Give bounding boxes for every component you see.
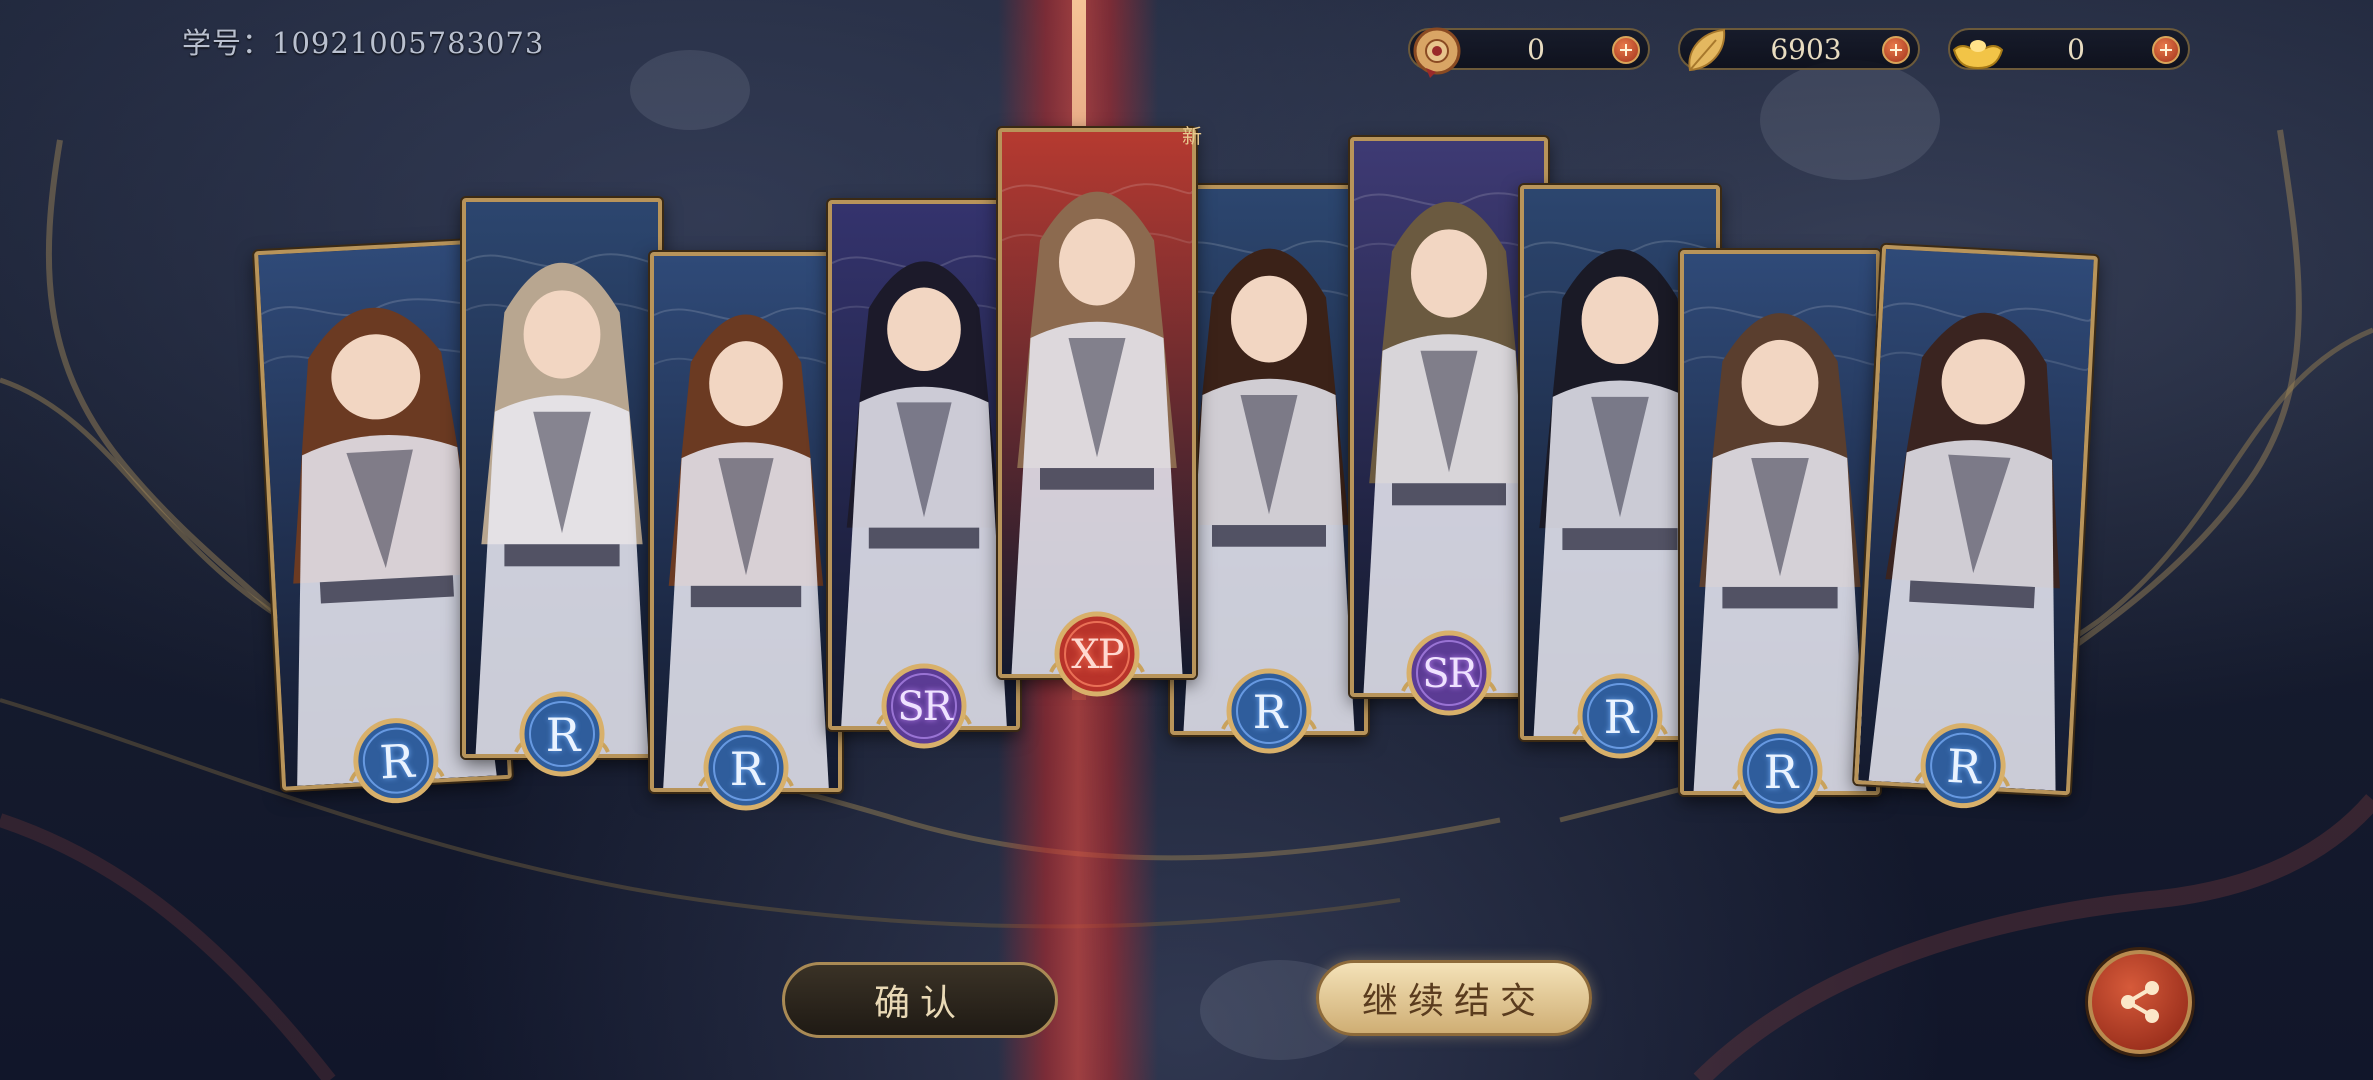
rarity-label: SR xyxy=(897,684,953,730)
character-portrait xyxy=(832,204,1016,726)
student-id-value: 10921005783073 xyxy=(272,26,545,60)
rarity-sr-badge-icon: SR xyxy=(872,654,976,758)
rarity-r-badge-icon: R xyxy=(1908,711,2017,820)
character-portrait xyxy=(1684,254,1876,791)
rarity-sr-badge-icon: SR xyxy=(1397,621,1501,725)
share-button[interactable] xyxy=(2088,950,2192,1054)
rarity-xp-badge-icon: XP xyxy=(1045,602,1149,706)
character-card[interactable]: SR xyxy=(828,200,1020,749)
character-card[interactable]: SR xyxy=(1350,137,1548,716)
add-jade-button[interactable] xyxy=(1612,36,1640,64)
rarity-label: R xyxy=(1252,685,1288,739)
share-icon xyxy=(2121,981,2159,1023)
rarity-r-badge-icon: R xyxy=(694,716,798,820)
new-tag: 新 xyxy=(1182,124,1202,148)
jade-medallion-icon xyxy=(1413,27,1461,78)
character-portrait xyxy=(1858,248,2094,792)
character-card[interactable]: R xyxy=(1854,244,2098,809)
character-card[interactable]: R xyxy=(1170,185,1368,754)
rarity-label: R xyxy=(729,742,765,796)
add-ingot-button[interactable] xyxy=(2152,36,2180,64)
character-portrait xyxy=(1354,141,1544,693)
currency-value: 6903 xyxy=(1770,33,1842,66)
rarity-label: R xyxy=(545,708,581,762)
character-portrait xyxy=(466,202,658,754)
rarity-label: R xyxy=(1603,690,1639,744)
currency-value: 0 xyxy=(2067,33,2085,66)
character-portrait xyxy=(1174,189,1364,731)
currency-value: 0 xyxy=(1527,33,1545,66)
character-card[interactable]: R xyxy=(1680,250,1880,814)
continue-befriend-button[interactable]: 继续结交 xyxy=(1316,960,1592,1036)
student-id: 学号：10921005783073 xyxy=(182,20,544,62)
character-card[interactable]: R xyxy=(462,198,662,777)
confirm-button[interactable]: 确认 xyxy=(782,962,1058,1038)
character-card[interactable]: R xyxy=(650,252,842,811)
rarity-label: R xyxy=(1945,738,1981,795)
character-card[interactable]: 新 XP xyxy=(998,124,1202,697)
rarity-r-badge-icon: R xyxy=(510,682,614,786)
student-id-label: 学号： xyxy=(182,26,273,60)
currency-jade: 0 xyxy=(1408,27,1650,78)
rarity-label: R xyxy=(378,733,414,790)
rarity-label: R xyxy=(1763,745,1799,799)
character-portrait xyxy=(1002,132,1192,674)
rarity-r-badge-icon: R xyxy=(1217,659,1321,763)
currency-leaf: 6903 xyxy=(1678,28,1920,72)
add-leaf-button[interactable] xyxy=(1882,36,1910,64)
rarity-label: SR xyxy=(1422,651,1478,697)
currency-ingot: 0 xyxy=(1948,28,2190,70)
rarity-r-badge-icon: R xyxy=(1728,719,1832,823)
character-portrait xyxy=(654,256,838,788)
rarity-label: XP xyxy=(1071,632,1124,678)
rarity-r-badge-icon: R xyxy=(1568,664,1672,768)
rarity-r-badge-icon: R xyxy=(341,706,450,815)
gold-ingot-icon xyxy=(1952,40,2004,70)
golden-leaf-icon xyxy=(1688,28,1726,72)
